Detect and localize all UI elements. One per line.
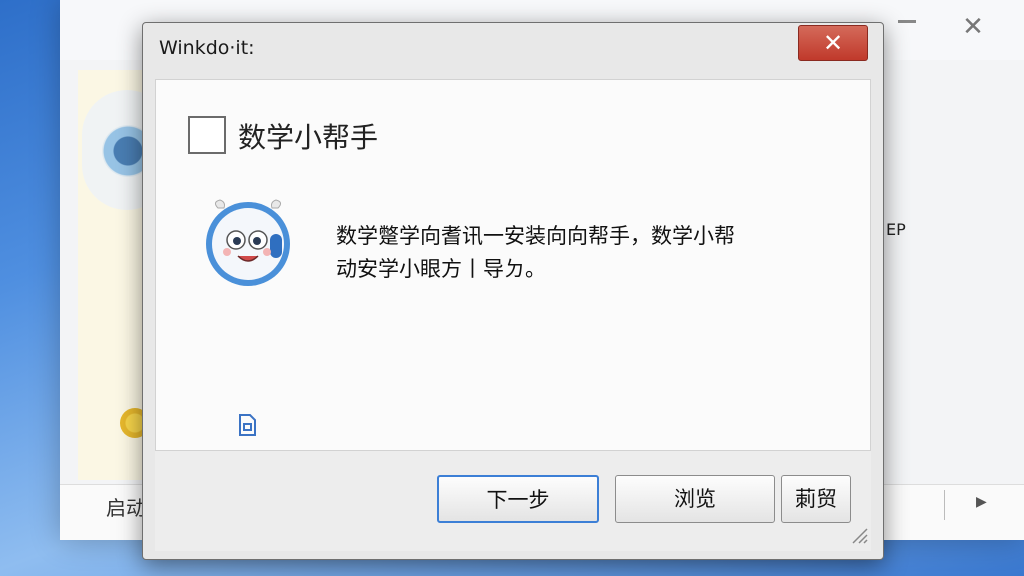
dialog-title: Winkdo·it: — [159, 37, 255, 59]
document-icon[interactable] — [236, 412, 258, 438]
message-line: 数学蹩学向耆讯一安装向向帮手，数学小帮 — [336, 224, 735, 248]
header-checkbox[interactable] — [188, 116, 226, 154]
background-start-label[interactable]: 启动 — [106, 492, 146, 521]
dialog-button-bar: 下一步 浏览 莿贸 — [155, 451, 871, 551]
installer-dialog: Winkdo·it: ✕ 数学小帮手 数学蹩学向耆讯一安装向向帮手，数学小帮 动… — [142, 22, 884, 560]
dialog-close-button[interactable]: ✕ — [798, 25, 868, 61]
background-right-text: EP — [886, 220, 906, 239]
background-close-icon[interactable]: ✕ — [958, 12, 988, 42]
dialog-message: 数学蹩学向耆讯一安装向向帮手，数学小帮 动安学小眼方丨导ㄉ。 — [336, 220, 816, 286]
header-title: 数学小帮手 — [238, 121, 379, 154]
message-line: 动安学小眼方丨导ㄉ。 — [336, 257, 546, 281]
minimize-icon[interactable] — [898, 20, 916, 23]
mascot-avatar-icon — [206, 199, 290, 286]
scroll-separator — [944, 490, 945, 520]
dialog-content: 数学小帮手 数学蹩学向耆讯一安装向向帮手，数学小帮 动安学小眼方丨导ㄉ。 — [155, 79, 871, 451]
browse-button[interactable]: 浏览 — [615, 475, 775, 523]
resize-grip-icon[interactable] — [849, 525, 869, 545]
scroll-right-icon[interactable]: ▶ — [976, 494, 987, 510]
cancel-button[interactable]: 莿贸 — [781, 475, 851, 523]
next-button[interactable]: 下一步 — [437, 475, 599, 523]
